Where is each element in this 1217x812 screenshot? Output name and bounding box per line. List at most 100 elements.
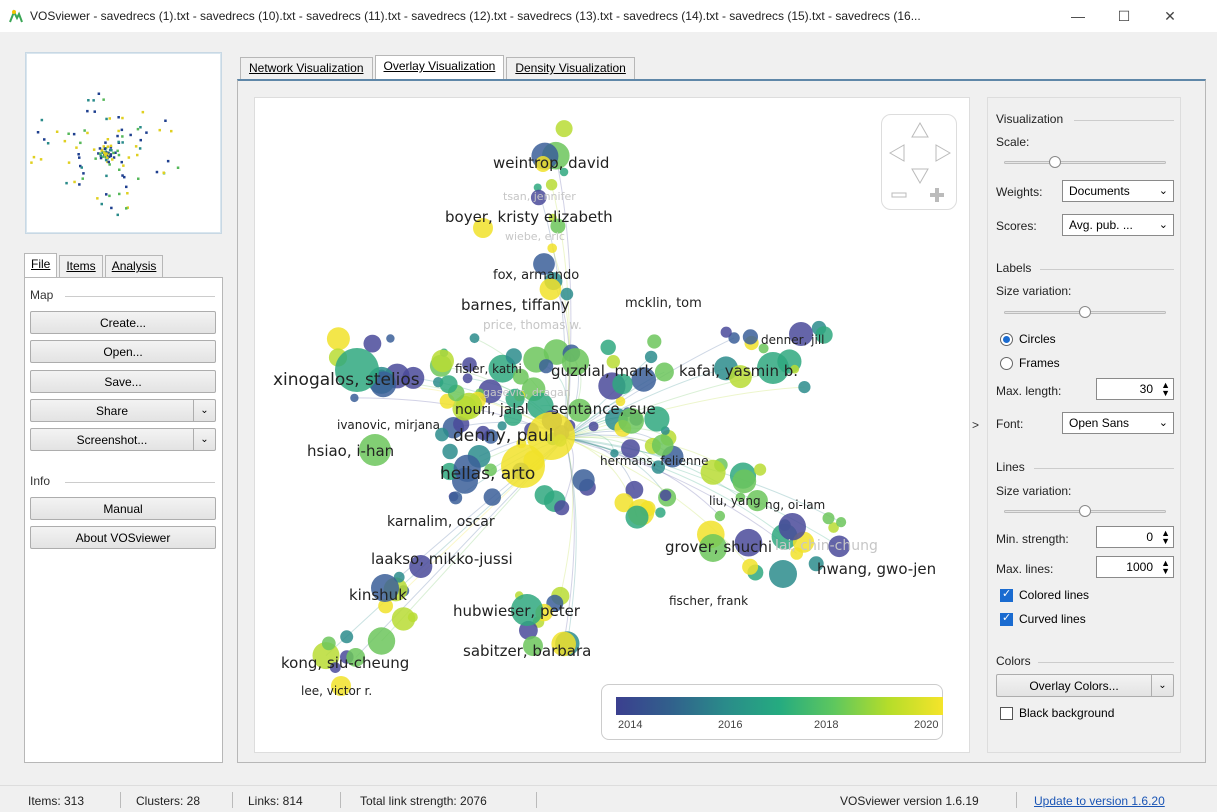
network-node[interactable] bbox=[600, 339, 616, 355]
network-node[interactable] bbox=[326, 327, 350, 351]
screenshot-button[interactable]: Screenshot... ⌄ bbox=[30, 428, 216, 451]
pan-down-icon[interactable] bbox=[911, 168, 929, 185]
author-label[interactable]: wiebe, eric bbox=[505, 230, 565, 243]
network-node[interactable] bbox=[651, 434, 674, 457]
navigation-control[interactable] bbox=[881, 114, 957, 210]
network-node[interactable] bbox=[572, 469, 595, 492]
maximize-button[interactable]: ☐ bbox=[1101, 0, 1147, 32]
chevron-down-icon[interactable]: ⌄ bbox=[193, 400, 215, 421]
black-background-checkbox[interactable]: Black background bbox=[1000, 706, 1114, 720]
max-lines-input[interactable]: 1000 ▲ ▼ bbox=[1096, 556, 1174, 578]
minimize-button[interactable]: — bbox=[1055, 0, 1101, 32]
author-label[interactable]: hellas, arto bbox=[440, 464, 535, 484]
lines-size-variation-slider[interactable] bbox=[1004, 504, 1166, 518]
network-node[interactable] bbox=[659, 489, 672, 502]
network-node[interactable] bbox=[720, 326, 732, 338]
network-node[interactable] bbox=[442, 443, 458, 460]
author-label[interactable]: hsiao, i-han bbox=[307, 442, 394, 460]
network-node[interactable] bbox=[769, 560, 797, 588]
network-node[interactable] bbox=[742, 329, 758, 345]
network-node[interactable] bbox=[391, 607, 416, 631]
author-label[interactable]: sentance, sue bbox=[551, 400, 656, 418]
author-label[interactable]: ng, oi-lam bbox=[765, 498, 825, 512]
author-label[interactable]: ivanovic, mirjana bbox=[337, 418, 440, 432]
author-label[interactable]: grover, shuchi bbox=[665, 538, 772, 556]
author-label[interactable]: kafai, yasmin b. bbox=[679, 362, 798, 380]
chevron-down-icon[interactable]: ⌄ bbox=[1151, 675, 1173, 696]
author-label[interactable]: barnes, tiffany bbox=[461, 296, 570, 314]
tab-density-visualization[interactable]: Density Visualization bbox=[506, 57, 635, 79]
panel-expander-icon[interactable]: > bbox=[972, 418, 979, 432]
network-node[interactable] bbox=[367, 627, 396, 655]
tab-items[interactable]: Items bbox=[59, 255, 103, 277]
network-node[interactable] bbox=[654, 362, 674, 382]
network-node[interactable] bbox=[836, 517, 847, 528]
network-node[interactable] bbox=[555, 120, 573, 138]
author-label[interactable]: karnalim, oscar bbox=[387, 514, 495, 530]
network-node[interactable] bbox=[449, 491, 463, 505]
author-label[interactable]: lai, chin-chung bbox=[775, 538, 878, 554]
network-node[interactable] bbox=[469, 333, 480, 344]
about-vosviewer-button[interactable]: About VOSviewer bbox=[30, 526, 216, 549]
zoom-in-icon[interactable] bbox=[930, 188, 944, 202]
network-node[interactable] bbox=[363, 334, 382, 353]
author-label[interactable]: mcklin, tom bbox=[625, 296, 702, 311]
network-node[interactable] bbox=[554, 500, 570, 516]
circles-radio[interactable]: Circles bbox=[1000, 332, 1056, 346]
author-label[interactable]: liu, yang bbox=[709, 494, 761, 508]
manual-button[interactable]: Manual bbox=[30, 497, 216, 520]
min-strength-input[interactable]: 0 ▲ ▼ bbox=[1096, 526, 1174, 548]
author-label[interactable]: denner, jill bbox=[761, 333, 825, 347]
overlay-colors-button[interactable]: Overlay Colors... ⌄ bbox=[996, 674, 1174, 697]
network-node[interactable] bbox=[655, 507, 666, 518]
author-label[interactable]: gasevic, dragan bbox=[483, 386, 571, 399]
tab-file[interactable]: File bbox=[24, 253, 58, 277]
author-label[interactable]: hwang, gwo-jen bbox=[817, 560, 936, 578]
network-node[interactable] bbox=[625, 505, 649, 529]
network-node[interactable] bbox=[778, 513, 806, 541]
tab-network-visualization[interactable]: Network Visualization bbox=[240, 57, 373, 79]
author-label[interactable]: kinshuk bbox=[349, 586, 407, 604]
network-node[interactable] bbox=[350, 393, 359, 403]
network-node[interactable] bbox=[386, 334, 395, 343]
network-node[interactable] bbox=[798, 381, 811, 394]
author-label[interactable]: denny, paul bbox=[453, 426, 553, 446]
pan-left-icon[interactable] bbox=[888, 144, 905, 162]
slider-thumb[interactable] bbox=[1079, 306, 1091, 318]
tab-analysis[interactable]: Analysis bbox=[104, 255, 164, 277]
author-label[interactable]: kong, siu-cheung bbox=[281, 654, 409, 672]
author-label[interactable]: lee, victor r. bbox=[301, 684, 372, 698]
close-button[interactable]: ✕ bbox=[1147, 0, 1193, 32]
curved-lines-checkbox[interactable]: Curved lines bbox=[1000, 611, 1086, 626]
network-canvas[interactable]: weintrop, david tsan, jennifer boyer, kris… bbox=[254, 97, 970, 753]
network-node[interactable] bbox=[321, 636, 336, 651]
network-node[interactable] bbox=[822, 512, 835, 525]
author-label[interactable]: hubwieser, peter bbox=[453, 602, 580, 620]
colored-lines-checkbox[interactable]: Colored lines bbox=[1000, 587, 1089, 602]
spinner-arrows-icon[interactable]: ▲ ▼ bbox=[1161, 381, 1170, 398]
author-label[interactable]: guzdial, mark bbox=[551, 362, 653, 380]
author-label[interactable]: weintrop, david bbox=[493, 154, 609, 172]
tab-overlay-visualization[interactable]: Overlay Visualization bbox=[374, 55, 505, 79]
network-node[interactable] bbox=[547, 243, 557, 253]
network-node[interactable] bbox=[714, 510, 726, 522]
overview-map[interactable] bbox=[25, 52, 222, 234]
author-label[interactable]: fisler, kathi bbox=[455, 362, 522, 376]
author-label[interactable]: tsan, jennifer bbox=[503, 190, 576, 203]
network-node[interactable] bbox=[439, 375, 458, 394]
scale-slider[interactable] bbox=[1004, 155, 1166, 169]
zoom-out-icon[interactable] bbox=[891, 192, 907, 198]
frames-radio[interactable]: Frames bbox=[1000, 356, 1060, 370]
network-node[interactable] bbox=[754, 463, 767, 476]
network-node[interactable] bbox=[742, 558, 759, 575]
author-label[interactable]: fox, armando bbox=[493, 268, 579, 283]
slider-thumb[interactable] bbox=[1049, 156, 1061, 168]
weights-select[interactable]: Documents ⌄ bbox=[1062, 180, 1174, 202]
chevron-down-icon[interactable]: ⌄ bbox=[193, 429, 215, 450]
author-label[interactable]: laakso, mikko-jussi bbox=[371, 550, 513, 568]
update-link[interactable]: Update to version 1.6.20 bbox=[1034, 794, 1165, 808]
font-select[interactable]: Open Sans ⌄ bbox=[1062, 412, 1174, 434]
author-label[interactable]: price, thomas w. bbox=[483, 318, 582, 332]
spinner-arrows-icon[interactable]: ▲ ▼ bbox=[1161, 559, 1170, 576]
network-node[interactable] bbox=[545, 179, 558, 191]
